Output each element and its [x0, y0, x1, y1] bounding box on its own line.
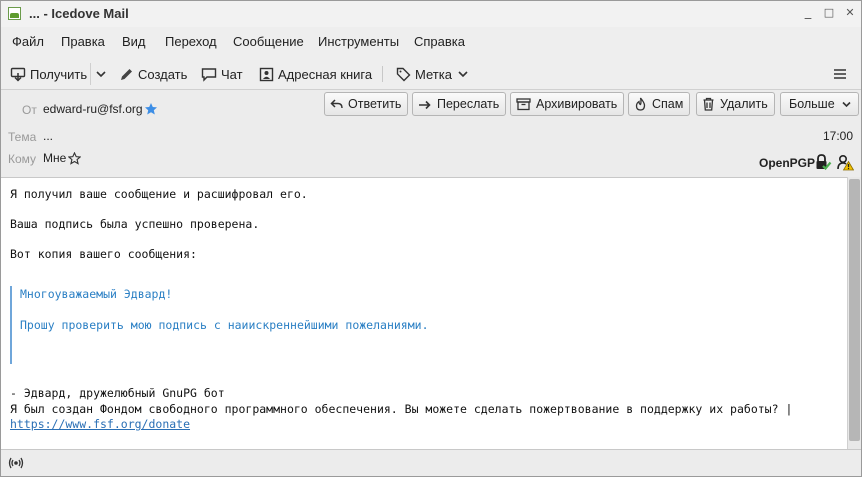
message-header: От edward-ru@fsf.org Ответить Переслать …	[1, 89, 861, 177]
subject-value: ...	[43, 129, 54, 143]
menu-go[interactable]: Переход	[165, 34, 217, 49]
chat-button[interactable]: Чат	[201, 63, 243, 85]
maximize-icon[interactable]: □	[820, 4, 838, 22]
forward-button[interactable]: Переслать	[412, 92, 507, 116]
to-recipient[interactable]: Мне	[43, 151, 66, 165]
donate-link[interactable]: https://www.fsf.org/donate	[10, 417, 190, 431]
get-messages-dropdown[interactable]	[90, 63, 111, 85]
download-icon	[10, 67, 26, 82]
quote-request: Прошу проверить мою подпись с наиискренн…	[20, 318, 429, 332]
title-bar: ... - Icedove Mail _ □ ✕	[1, 1, 861, 27]
forward-arrow-icon	[419, 100, 431, 109]
compose-button[interactable]: Создать	[119, 63, 187, 85]
reply-button[interactable]: Ответить	[324, 92, 409, 116]
minimize-icon[interactable]: _	[799, 4, 817, 22]
signature-warning-icon[interactable]	[836, 153, 854, 171]
icedove-app-icon	[8, 7, 21, 20]
scrollbar-thumb[interactable]	[849, 179, 860, 441]
reply-arrow-icon	[330, 98, 343, 108]
openpgp-label: OpenPGP	[759, 156, 816, 170]
delete-button[interactable]: Удалить	[696, 92, 775, 116]
quoted-message: Многоуважаемый Эдвард! Прошу проверить м…	[10, 286, 610, 364]
tag-label: Метка	[415, 66, 452, 82]
tag-icon	[396, 67, 411, 81]
menu-message[interactable]: Сообщение	[233, 34, 304, 49]
archive-icon	[516, 98, 531, 111]
junk-button[interactable]: Спам	[628, 92, 691, 116]
close-icon[interactable]: ✕	[841, 4, 859, 22]
chevron-down-icon	[458, 71, 468, 78]
chevron-down-icon	[842, 101, 851, 107]
from-label: От	[22, 103, 37, 117]
star-outline-icon[interactable]	[68, 152, 81, 165]
archive-label: Архивировать	[536, 97, 618, 111]
menu-bar: Файл Правка Вид Переход Сообщение Инстру…	[1, 30, 861, 54]
subject-label: Тема	[8, 130, 37, 144]
address-book-label: Адресная книга	[278, 66, 373, 82]
to-label: Кому	[8, 152, 37, 166]
app-menu-button[interactable]	[833, 63, 851, 85]
signature-name: - Эдвард, дружелюбный GnuPG бот	[10, 386, 225, 400]
compose-label: Создать	[138, 66, 188, 82]
menu-tools[interactable]: Инструменты	[318, 34, 399, 49]
chat-bubble-icon	[201, 67, 217, 82]
menu-help[interactable]: Справка	[414, 34, 465, 49]
chat-label: Чат	[221, 66, 243, 82]
chevron-down-icon	[96, 71, 106, 78]
junk-label: Спам	[652, 97, 684, 111]
more-label: Больше	[789, 97, 835, 111]
signature-note: Я был создан Фондом свободного программн…	[10, 402, 793, 416]
status-bar	[1, 449, 861, 476]
encrypted-lock-icon[interactable]	[814, 153, 832, 171]
address-book-button[interactable]: Адресная книга	[259, 63, 372, 85]
archive-button[interactable]: Архивировать	[510, 92, 625, 116]
get-messages-button[interactable]: Получить	[10, 63, 87, 85]
quote-greeting: Многоуважаемый Эдвард!	[20, 287, 173, 301]
star-icon[interactable]	[144, 102, 158, 116]
message-scrollbar[interactable]	[847, 177, 861, 449]
tag-button[interactable]: Метка	[396, 63, 473, 85]
window-title: ... - Icedove Mail	[29, 6, 129, 21]
menu-edit[interactable]: Правка	[61, 34, 105, 49]
trash-icon	[703, 97, 714, 111]
forward-label: Переслать	[437, 97, 500, 111]
body-line-decrypted: Я получил ваше сообщение и расшифровал е…	[10, 187, 308, 201]
more-button[interactable]: Больше	[780, 92, 859, 116]
fire-icon	[635, 97, 646, 111]
main-toolbar: Получить Создать Чат Адресная книга Метк…	[1, 59, 861, 89]
reply-label: Ответить	[348, 97, 402, 111]
hamburger-icon	[834, 69, 846, 79]
menu-view[interactable]: Вид	[122, 34, 146, 49]
pencil-icon	[121, 68, 132, 80]
message-time: 17:00	[823, 129, 854, 143]
body-line-verified: Ваша подпись была успешно проверена.	[10, 217, 260, 231]
body-line-copy: Вот копия вашего сообщения:	[10, 247, 197, 261]
get-messages-label: Получить	[30, 66, 88, 82]
message-body[interactable]: Я получил ваше сообщение и расшифровал е…	[1, 177, 847, 449]
toolbar-separator	[382, 66, 383, 82]
online-status-icon[interactable]	[8, 456, 24, 470]
address-book-icon	[259, 67, 274, 81]
from-address[interactable]: edward-ru@fsf.org	[43, 102, 143, 116]
menu-file[interactable]: Файл	[12, 34, 44, 49]
delete-label: Удалить	[720, 97, 768, 111]
mail-window: ... - Icedove Mail _ □ ✕ Файл Правка Вид…	[0, 0, 862, 477]
